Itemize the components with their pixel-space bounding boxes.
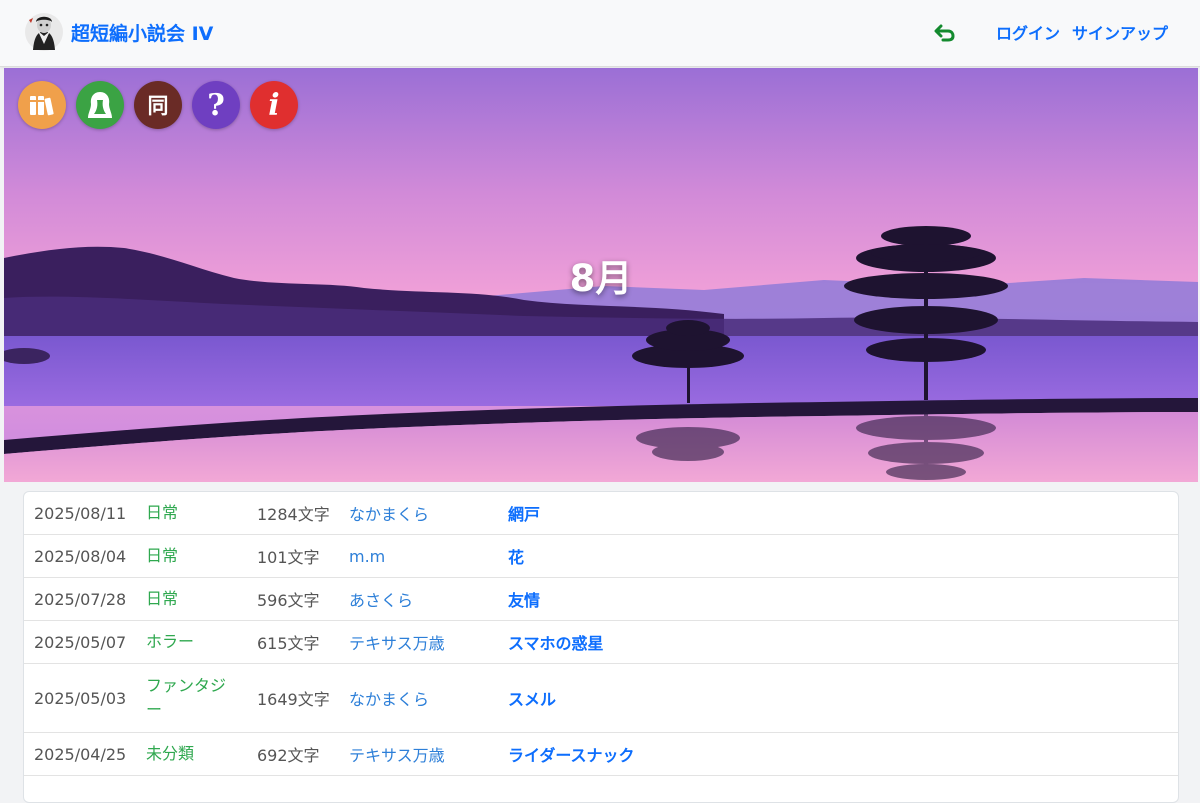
list-item[interactable]: 2025/05/07 ホラー 615文字 テキサス万歳 スマホの惑星 — [24, 621, 1178, 664]
post-char-count: 615文字 — [257, 634, 320, 653]
post-author-link[interactable]: m.m — [349, 547, 508, 566]
list-item[interactable]: 2025/05/03 ファンタジー 1649文字 なかまくら スメル — [24, 664, 1178, 733]
help-icon[interactable]: ? — [192, 81, 240, 129]
post-author-link[interactable]: なかまくら — [349, 501, 508, 525]
post-date: 2025/04/25 — [34, 744, 127, 764]
brand-link[interactable]: 超短編小説会 IV — [24, 10, 213, 54]
hero-banner: 同 ? i 8月 — [4, 68, 1198, 482]
post-genre-link[interactable]: ファンタジー — [146, 674, 236, 722]
post-char-count: 596文字 — [257, 591, 320, 610]
post-date: 2025/07/28 — [34, 589, 127, 609]
post-genre-link[interactable]: 日常 — [146, 544, 257, 568]
brand-title: 超短編小説会 IV — [71, 22, 214, 45]
post-char-count: 1649文字 — [257, 690, 330, 709]
post-title-link[interactable]: スマホの惑星 — [508, 630, 604, 654]
post-date: 2025/05/03 — [34, 688, 127, 708]
post-author-link[interactable]: なかまくら — [349, 686, 508, 710]
post-genre-link[interactable]: 日常 — [146, 501, 257, 525]
author-portrait-logo — [25, 13, 63, 51]
post-author-link[interactable]: テキサス万歳 — [349, 742, 508, 766]
post-title-link[interactable]: スメル — [508, 686, 556, 710]
post-title-link[interactable]: 友情 — [508, 587, 540, 611]
post-author-link[interactable]: テキサス万歳 — [349, 630, 508, 654]
signup-link[interactable]: サインアップ — [1072, 20, 1168, 44]
post-title-link[interactable]: 網戸 — [508, 501, 540, 525]
post-char-count: 1284文字 — [257, 505, 330, 524]
post-title-link[interactable]: ライダースナック — [508, 742, 635, 766]
post-title-link[interactable]: 花 — [508, 544, 524, 568]
post-genre-link[interactable]: ホラー — [146, 630, 257, 654]
post-date: 2025/08/11 — [34, 503, 127, 523]
post-list: 2025/08/11 日常 1284文字 なかまくら 網戸 2025/08/04… — [23, 491, 1179, 803]
post-date: 2025/08/04 — [34, 546, 127, 566]
post-char-count: 692文字 — [257, 746, 320, 765]
post-char-count: 101文字 — [257, 548, 320, 567]
return-arrow-icon[interactable] — [934, 21, 956, 43]
dou-icon[interactable]: 同 — [134, 81, 182, 129]
list-item[interactable]: 2025/08/11 日常 1284文字 なかまくら 網戸 — [24, 492, 1178, 535]
books-icon[interactable] — [18, 81, 66, 129]
info-icon[interactable]: i — [250, 81, 298, 129]
post-genre-link[interactable]: 未分類 — [146, 742, 257, 766]
list-item[interactable]: 2025/08/04 日常 101文字 m.m 花 — [24, 535, 1178, 578]
post-author-link[interactable]: あさくら — [349, 587, 508, 611]
post-genre-link[interactable]: 日常 — [146, 587, 257, 611]
list-item[interactable]: 2025/04/25 未分類 692文字 テキサス万歳 ライダースナック — [24, 733, 1178, 776]
profile-icon[interactable] — [76, 81, 124, 129]
login-link[interactable]: ログイン — [996, 20, 1060, 44]
top-navbar: 超短編小説会 IV ログイン サインアップ — [0, 0, 1200, 67]
hero-title: 8月 — [569, 257, 633, 300]
list-item[interactable]: 2025/07/28 日常 596文字 あさくら 友情 — [24, 578, 1178, 621]
post-date: 2025/05/07 — [34, 632, 127, 652]
